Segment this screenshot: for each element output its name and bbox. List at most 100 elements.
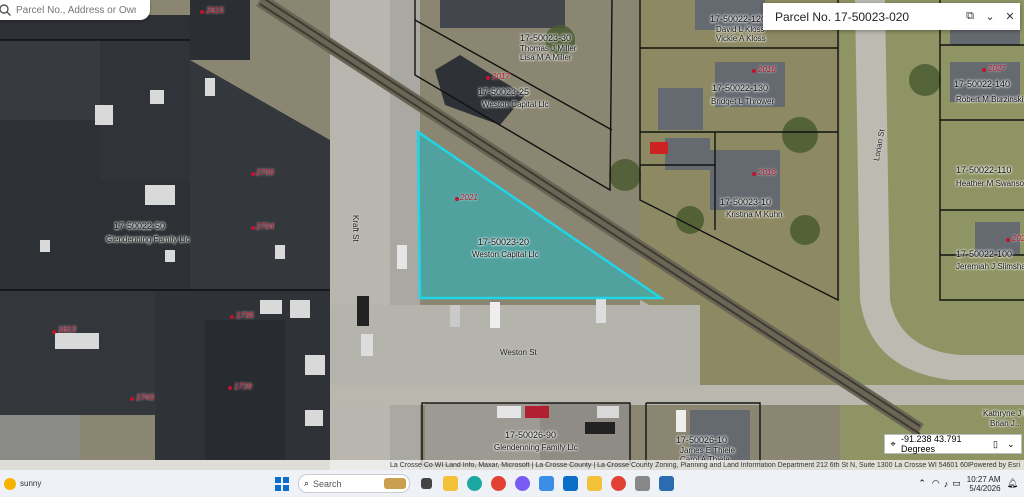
folder-icon[interactable] (583, 473, 605, 495)
address-label: 1735 (236, 311, 254, 320)
app-icon[interactable] (631, 473, 653, 495)
chevron-down-icon[interactable]: ⌄ (980, 7, 1000, 27)
volume-icon[interactable]: ♪ (944, 479, 949, 489)
parcel-id: 17-50023-20 (478, 237, 530, 247)
address-label: 1613 (58, 325, 76, 334)
address-label: 1743 (136, 393, 154, 402)
taskbar-search[interactable]: ⌕ Search (298, 474, 410, 493)
address-label: 2704 (256, 222, 274, 231)
coordinate-widget: ⌖ -91.238 43.791 Degrees ▯ ⌄ (884, 434, 1022, 454)
coordinate-readout: -91.238 43.791 Degrees (901, 434, 962, 454)
notification-icon[interactable]: 🔔︎ (1007, 478, 1018, 489)
task-view-icon[interactable] (415, 473, 437, 495)
taskbar-search-label: Search (313, 478, 342, 489)
wifi-icon[interactable]: ◠ (932, 478, 940, 489)
browser-icon[interactable] (607, 473, 629, 495)
app-icon[interactable] (655, 473, 677, 495)
search-bar[interactable] (0, 0, 150, 20)
start-icon[interactable] (271, 473, 293, 495)
search-highlight-icon (384, 478, 406, 489)
parcel-id: 17-50022-100 (956, 249, 1013, 259)
address-dot (228, 386, 232, 390)
parcel-owner: Glendenning Family Llc (106, 235, 190, 244)
weather-text: sunny (20, 479, 42, 488)
parcel-id: 17-50026-90 (505, 430, 557, 440)
esri-credit[interactable]: Powered by Esri (969, 462, 1020, 469)
address-dot (130, 397, 134, 401)
address-label: 2017 (492, 72, 510, 81)
address-dot (52, 330, 56, 334)
address-label: 2020 (1012, 234, 1024, 243)
parcel-owner: Heather M Swanson (956, 179, 1024, 188)
taskbar: sunny ⌕ Search ⌃ ◠ ♪ ▭ 10:27 AM 5/4/2026… (0, 470, 1024, 497)
parcel-owner: Glendenning Family Llc (494, 443, 578, 452)
battery-icon[interactable]: ▭ (952, 478, 961, 489)
parcel-id: 17-50026-10 (676, 435, 728, 445)
address-dot (251, 172, 255, 176)
parcel-owner: Jeremiah J Slimshak (956, 262, 1024, 271)
parcel-owner: Bridget L Thrower (711, 97, 775, 106)
address-label: 2700 (256, 168, 274, 177)
store-icon[interactable] (535, 473, 557, 495)
edge-icon[interactable] (463, 473, 485, 495)
close-icon[interactable]: ✕ (1000, 7, 1020, 27)
street-label: Kraft St (351, 215, 360, 242)
address-label: 2021 (460, 193, 478, 202)
parcel-owner: Weston Capital Llc (472, 250, 539, 259)
address-label: 2018 (758, 168, 776, 177)
parcel-id: 17-50023-30 (520, 33, 572, 43)
address-dot (486, 76, 490, 80)
copilot-icon[interactable] (511, 473, 533, 495)
parcel-id: 17-50023-10 (720, 197, 772, 207)
parcel-popup: Parcel No. 17-50023-020 ⧉ ⌄ ✕ (763, 3, 1020, 30)
dock-icon[interactable]: ⧉ (960, 7, 980, 27)
attribution-text: La Crosse Co WI Land Info, Maxar, Micros… (390, 461, 970, 469)
parcel-owner: Thomas J Miller (520, 44, 577, 53)
address-dot (230, 315, 234, 319)
parcel-owner: Vickie A Kloss (716, 34, 766, 43)
crosshair-icon[interactable]: ⌖ (885, 439, 901, 450)
chevron-up-icon[interactable]: ⌃ (918, 478, 926, 489)
parcel-id: 17-50022-50 (114, 221, 166, 231)
address-label: 2027 (988, 64, 1006, 73)
parcel-owner: Brian J... (990, 419, 1022, 428)
parcel-id: 17-50022-120 (710, 14, 767, 24)
street-label: Weston St (500, 348, 537, 357)
parcel-owner: Robert M Burzinski (956, 95, 1024, 104)
attribution-bar: La Crosse Co WI Land Info, Maxar, Micros… (0, 460, 1024, 470)
address-dot (752, 172, 756, 176)
parcel-owner: Weston Capital Llc (482, 100, 549, 109)
address-dot (200, 10, 204, 14)
copy-icon[interactable]: ▯ (993, 439, 1007, 450)
clock-time: 10:27 AM (966, 474, 1001, 484)
popup-title: Parcel No. 17-50023-020 (775, 9, 910, 24)
parcel-owner: David L Kloss (716, 25, 765, 34)
parcel-label: 17-50023-30 (520, 34, 571, 43)
search-icon[interactable] (0, 3, 12, 17)
chevron-down-icon[interactable]: ⌄ (1007, 439, 1021, 450)
address-dot (982, 68, 986, 72)
parcel-owner: James E Thiele (680, 446, 735, 455)
address-label: 2615 (206, 6, 224, 15)
search-input[interactable] (14, 3, 138, 17)
parcel-owner: Kristina M Kuhn (726, 210, 783, 219)
address-label: 2016 (758, 65, 776, 74)
parcel-id: 17-50022-140 (954, 79, 1011, 89)
outlook-icon[interactable] (559, 473, 581, 495)
weather-icon[interactable] (4, 477, 16, 490)
address-label: 1739 (234, 382, 252, 391)
search-icon: ⌕ (304, 478, 310, 488)
address-dot (251, 226, 255, 230)
parcel-id: 17-50023-25 (478, 87, 530, 97)
file-explorer-icon[interactable] (439, 473, 461, 495)
parcel-owner: Kathryne J Hill (983, 409, 1024, 418)
parcel-id: 17-50022-110 (956, 165, 1012, 175)
address-dot (752, 69, 756, 73)
chrome-icon[interactable] (487, 473, 509, 495)
parcel-id: 17-50022-130 (712, 83, 769, 93)
parcel-owner: Lisa M A Miller (520, 53, 572, 62)
clock-date: 5/4/2026 (969, 483, 1001, 493)
address-dot (455, 197, 459, 201)
address-dot (1006, 238, 1010, 242)
clock[interactable]: 10:27 AM 5/4/2026 (967, 475, 1001, 493)
